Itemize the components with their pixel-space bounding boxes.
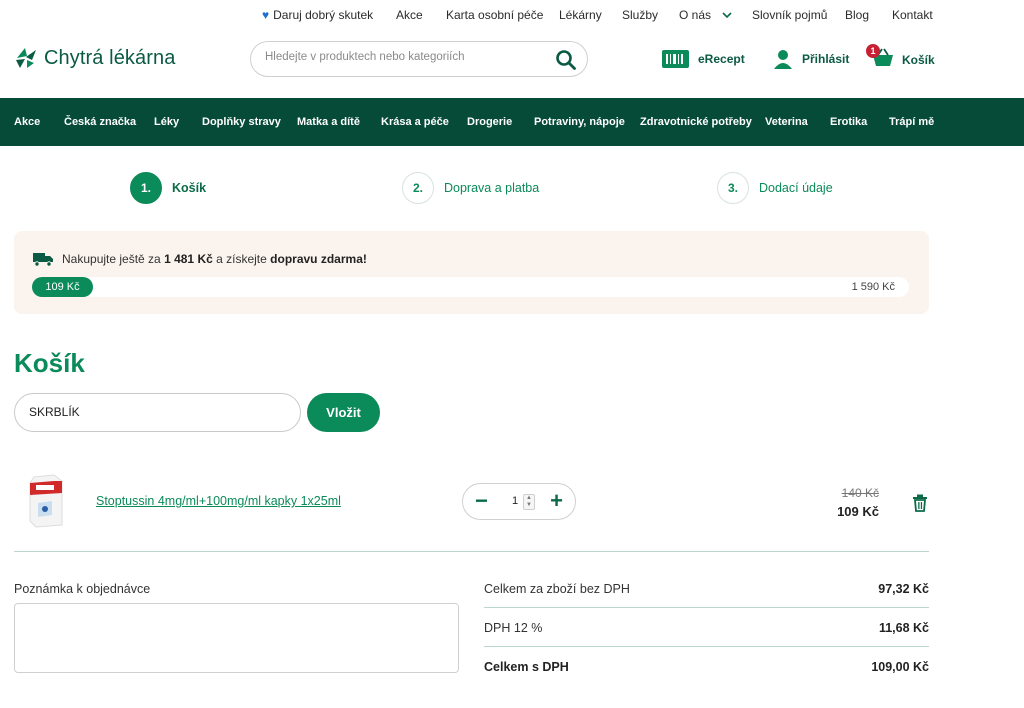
top-link-akce[interactable]: Akce [396, 8, 423, 22]
nav-item-matka-a-dite[interactable]: Matka a dítě [297, 116, 360, 128]
nav-item-ceska-znacka[interactable]: Česká značka [64, 116, 136, 128]
step-cart[interactable]: 1. Košík [130, 172, 206, 204]
quantity-stepper: − 1 ▲ ▼ + [462, 483, 576, 520]
coupon-submit-button[interactable]: Vložit [307, 393, 380, 432]
shipping-amount: 1 481 Kč [164, 252, 213, 266]
summary-label: Celkem za zboží bez DPH [484, 582, 630, 596]
nav-item-zdravotnicke-potreby[interactable]: Zdravotnické potřeby [640, 116, 752, 128]
trash-icon[interactable] [912, 494, 928, 515]
free-shipping-box: Nakupujte ještě za 1 481 Kč a získejte d… [14, 231, 929, 314]
coupon-input[interactable] [29, 405, 284, 419]
summary-value: 97,32 Kč [878, 582, 929, 596]
top-link-sluzby[interactable]: Služby [622, 8, 658, 22]
shipping-target: 1 590 Kč [851, 281, 895, 293]
donate-label: Daruj dobrý skutek [273, 8, 374, 22]
divider [484, 646, 929, 647]
logo[interactable]: Chytrá lékárna [14, 46, 175, 70]
decrease-quantity-button[interactable]: − [475, 490, 488, 512]
step-label: Dodací údaje [759, 181, 833, 195]
increase-quantity-button[interactable]: + [550, 489, 563, 513]
o-nas-label: O nás [679, 8, 712, 22]
top-links-bar: ♥ Daruj dobrý skutek Akce Karta osobní pé… [0, 0, 1024, 30]
truck-icon [33, 253, 53, 267]
order-note-textarea[interactable] [14, 603, 459, 673]
current-price: 109 Kč [837, 504, 879, 519]
nav-item-doplnky-stravy[interactable]: Doplňky stravy [202, 116, 281, 128]
cart-label: Košík [902, 52, 935, 67]
step-shipping-payment[interactable]: 2. Doprava a platba [402, 172, 539, 204]
divider [14, 551, 929, 552]
login-label: Přihlásit [802, 52, 850, 66]
erecept-button[interactable]: eRecept [661, 48, 745, 70]
nav-item-leky[interactable]: Léky [154, 116, 179, 128]
user-icon [774, 50, 792, 69]
login-button[interactable]: Přihlásit [772, 48, 849, 70]
shipping-free: dopravu zdarma! [270, 252, 367, 266]
nav-item-trapi-me[interactable]: Trápí mě [889, 116, 934, 128]
summary-row-net: Celkem za zboží bez DPH 97,32 Kč [484, 570, 929, 608]
top-link-slovnik[interactable]: Slovník pojmů [752, 8, 827, 22]
search-input[interactable] [265, 51, 545, 63]
divider [484, 607, 929, 608]
step-number: 1. [130, 172, 162, 204]
shipping-middle: a získejte [216, 252, 267, 266]
donate-link[interactable]: ♥ Daruj dobrý skutek [262, 8, 373, 22]
cart-count-badge: 1 [866, 44, 880, 58]
logo-text: Chytrá lékárna [44, 46, 176, 69]
erecept-label: eRecept [698, 52, 745, 66]
step-label: Doprava a platba [444, 181, 540, 195]
free-shipping-message: Nakupujte ještě za 1 481 Kč a získejte d… [32, 251, 367, 267]
cart-icon-wrap: 1 [866, 44, 894, 71]
quantity-spinner[interactable]: ▲ ▼ [523, 494, 535, 510]
summary-value: 11,68 Kč [878, 621, 929, 635]
search-icon[interactable] [555, 49, 577, 74]
step-number: 2. [402, 172, 434, 204]
summary-label: DPH 12 % [484, 621, 543, 635]
step-delivery-details[interactable]: 3. Dodací údaje [717, 172, 833, 204]
heart-icon: ♥ [262, 8, 270, 22]
chevron-down-icon [722, 12, 732, 19]
summary-label: Celkem s DPH [484, 660, 569, 674]
logo-leaf-icon [16, 48, 36, 68]
product-link[interactable]: Stoptussin 4mg/ml+100mg/ml kapky 1x25ml [96, 494, 341, 508]
erecept-icon [662, 50, 689, 68]
summary-value: 109,00 Kč [871, 660, 929, 674]
page-title: Košík [14, 348, 85, 378]
nav-item-potraviny[interactable]: Potraviny, nápoje [534, 116, 625, 128]
top-link-karta[interactable]: Karta osobní péče [446, 8, 543, 22]
shipping-prefix: Nakupujte ještě za [62, 252, 161, 266]
nav-item-akce[interactable]: Akce [14, 116, 40, 128]
product-image[interactable] [22, 473, 70, 529]
coupon-box [14, 393, 301, 432]
top-link-kontakt[interactable]: Kontakt [892, 8, 933, 22]
step-label: Košík [172, 181, 207, 195]
cart-button[interactable]: 1 Košík [866, 44, 935, 71]
shipping-progress-bar: 109 Kč 1 590 Kč [32, 277, 909, 297]
original-price: 140 Kč [841, 486, 879, 500]
summary-row-vat: DPH 12 % 11,68 Kč [484, 609, 929, 647]
step-number: 3. [717, 172, 749, 204]
nav-item-erotika[interactable]: Erotika [830, 116, 867, 128]
top-link-blog[interactable]: Blog [845, 8, 869, 22]
shipping-progress-fill: 109 Kč [32, 277, 93, 297]
top-link-lekarny[interactable]: Lékárny [559, 8, 602, 22]
order-note-label: Poznámka k objednávce [14, 582, 151, 596]
top-link-o-nas[interactable]: O nás [679, 8, 732, 22]
nav-item-krasa-a-pece[interactable]: Krása a péče [381, 116, 449, 128]
summary-row-total: Celkem s DPH 109,00 Kč [484, 648, 929, 686]
quantity-value[interactable]: 1 [508, 495, 522, 507]
nav-item-veterina[interactable]: Veterina [765, 116, 808, 128]
nav-item-drogerie[interactable]: Drogerie [467, 116, 512, 128]
search-box [250, 41, 588, 77]
main-nav: Akce Česká značka Léky Doplňky stravy Ma… [0, 98, 1024, 146]
